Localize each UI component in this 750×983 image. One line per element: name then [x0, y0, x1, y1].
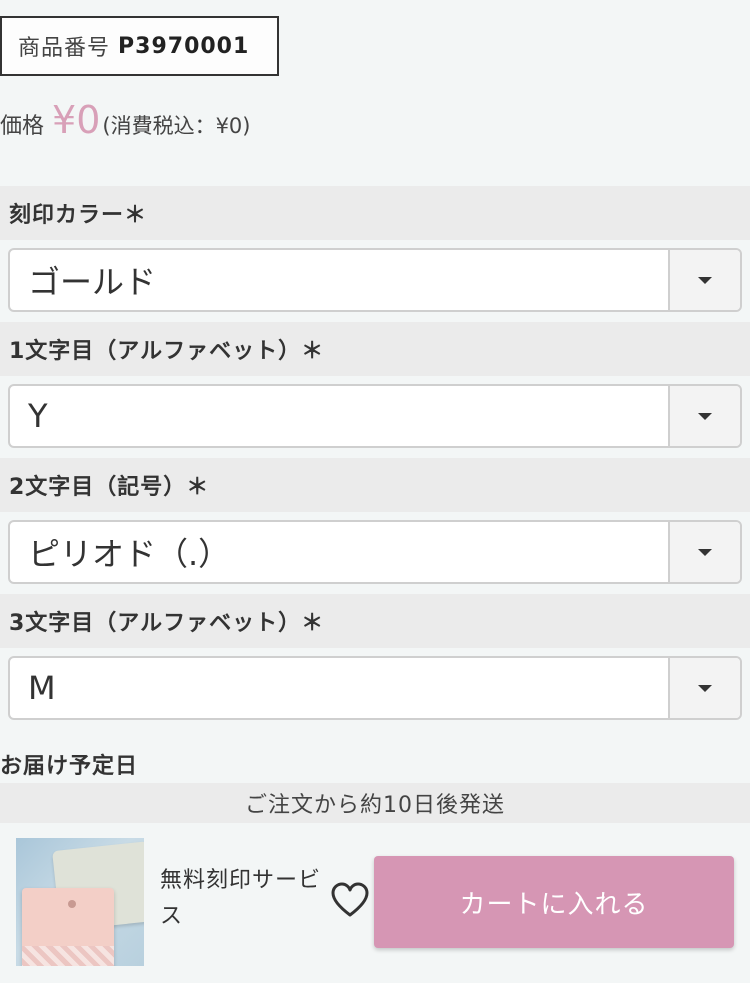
option-header-symbol: 2文字目（記号）＊ [0, 458, 750, 512]
product-code-label: 商品番号 [18, 36, 111, 61]
delivery-title: お届け予定日 [0, 754, 139, 779]
product-code-value: P3970001 [118, 33, 250, 59]
option-label: 刻印カラー＊ [9, 203, 148, 228]
option-label: 3文字目（アルファベット）＊ [9, 611, 325, 636]
heart-icon[interactable] [330, 881, 370, 921]
first-letter-select[interactable]: Y [8, 384, 742, 448]
service-name: 無料刻印サービス [160, 868, 322, 929]
product-option-page: 商品番号 P3970001 価格 ¥0 (消費税込：¥0) 刻印カラー＊ ゴール… [0, 0, 750, 983]
symbol-select[interactable]: ピリオド（.） [8, 520, 742, 584]
chevron-down-icon [698, 684, 712, 692]
option-header-third-letter: 3文字目（アルファベット）＊ [0, 594, 750, 648]
select-value: ゴールド [28, 263, 157, 301]
price-value: ¥0 [52, 98, 101, 142]
chevron-down-icon [698, 276, 712, 284]
option-label: 1文字目（アルファベット）＊ [9, 339, 325, 364]
select-value: ピリオド（.） [28, 535, 231, 573]
dropdown-toggle[interactable] [668, 250, 740, 310]
dropdown-toggle[interactable] [668, 386, 740, 446]
engrave-color-select[interactable]: ゴールド [8, 248, 742, 312]
add-to-cart-button[interactable]: カートに入れる [374, 856, 734, 948]
delivery-note: ご注文から約10日後発送 [0, 783, 750, 823]
select-value: M [28, 669, 56, 707]
option-label: 2文字目（記号）＊ [9, 475, 210, 500]
option-header-first-letter: 1文字目（アルファベット）＊ [0, 322, 750, 376]
wallet-image-part [68, 900, 76, 908]
option-header-engrave-color: 刻印カラー＊ [0, 186, 750, 240]
wallet-image-part [22, 946, 114, 966]
price-label: 価格 [0, 114, 45, 139]
dropdown-toggle[interactable] [668, 522, 740, 582]
select-value: Y [28, 397, 48, 435]
third-letter-select[interactable]: M [8, 656, 742, 720]
product-thumbnail[interactable] [16, 838, 144, 966]
chevron-down-icon [698, 548, 712, 556]
price-tax-note: (消費税込：¥0) [102, 114, 251, 138]
product-code-box: 商品番号 P3970001 [0, 16, 279, 76]
price-row: 価格 ¥0 (消費税込：¥0) [0, 98, 250, 154]
dropdown-toggle[interactable] [668, 658, 740, 718]
purchase-bar: 無料刻印サービス カートに入れる [0, 823, 750, 983]
chevron-down-icon [698, 412, 712, 420]
